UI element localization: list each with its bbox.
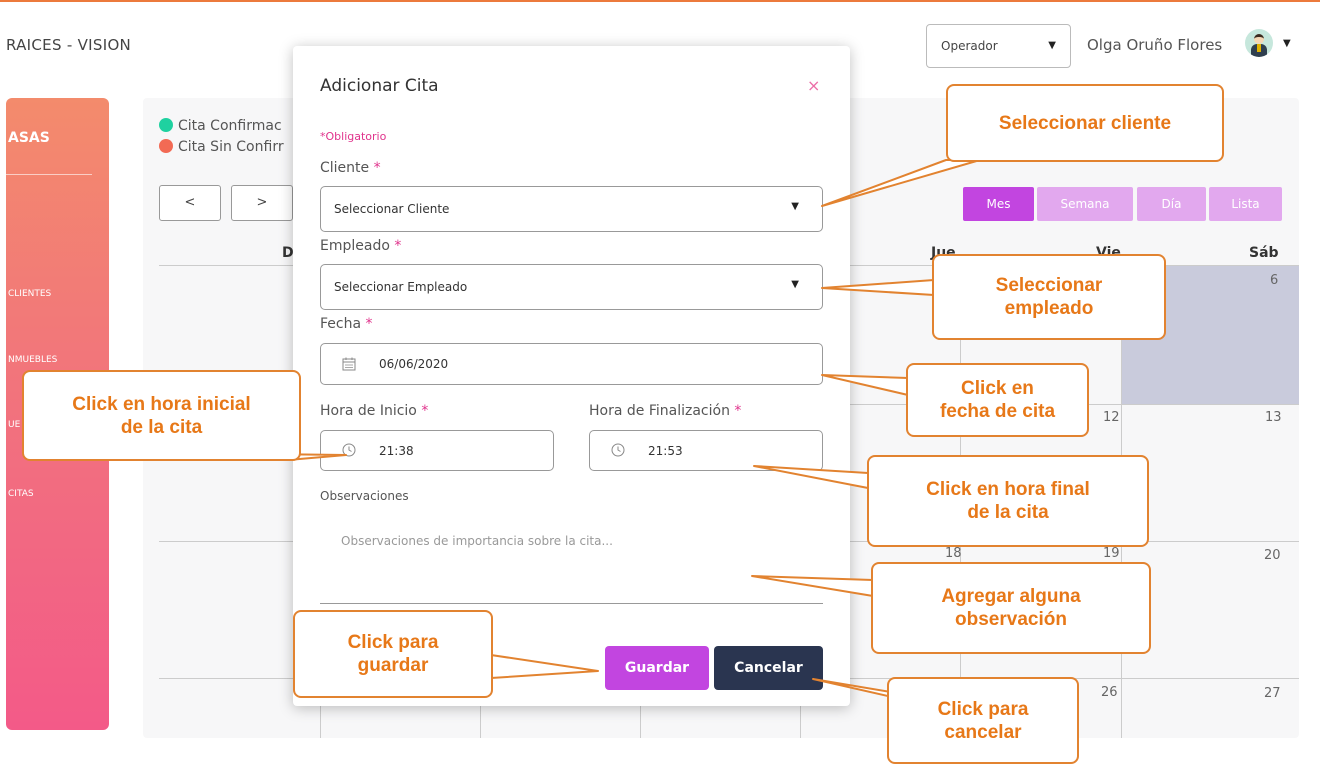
leader-observation [751,575,874,597]
leader-end [753,465,869,489]
leader-client [821,159,981,207]
callout-text: Click en [961,378,1034,399]
callout-select-client: Seleccionar cliente [946,84,1224,162]
callout-click-save: Click para guardar [293,610,493,698]
leader-employee [821,279,935,296]
leader-date [821,374,909,396]
callout-text: observación [955,609,1067,630]
callout-text: Click para [937,698,1029,720]
callout-text: Click en hora final [926,479,1090,500]
callout-text: de la cita [967,502,1049,523]
callout-text: cancelar [944,721,1022,743]
callout-text: Agregar alguna [941,586,1081,607]
callout-add-observation: Agregar alguna observación [871,562,1151,654]
callout-click-start-time: Click en hora inicial de la cita [22,370,301,461]
callout-text: Click en hora inicial [72,393,251,415]
callout-text: Click para [347,632,439,653]
callout-text: empleado [1004,298,1094,319]
callout-text: Seleccionar [995,275,1103,296]
callout-text: de la cita [120,416,203,438]
callout-text: guardar [357,655,429,676]
callout-text: Seleccionar cliente [998,112,1172,134]
leader-save [490,654,599,679]
callout-click-cancel: Click para cancelar [887,677,1079,764]
callout-select-employee: Seleccionar empleado [932,254,1166,340]
callout-text: fecha de cita [939,401,1056,422]
callout-click-end-time: Click en hora final de la cita [867,455,1149,547]
callout-click-date: Click en fecha de cita [906,363,1089,437]
